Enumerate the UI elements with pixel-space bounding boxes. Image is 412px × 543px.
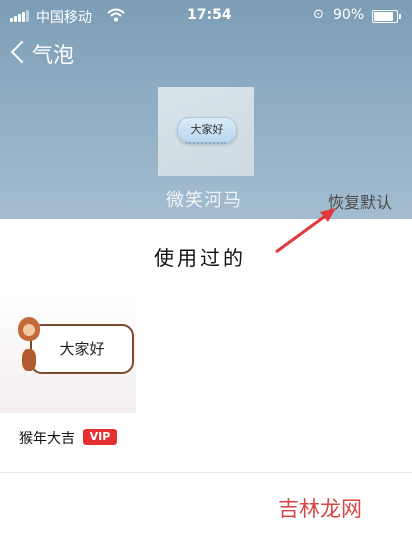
watermark-text: 吉林龙网 (278, 497, 362, 521)
chevron-left-icon (10, 40, 34, 64)
used-section-title: 使用过的 (154, 246, 246, 270)
orientation-lock-icon: ⊙ (313, 7, 324, 22)
current-style-name: 微笑河马 (166, 190, 242, 211)
carrier-name: 中国移动 (36, 10, 92, 26)
battery-icon (372, 10, 401, 23)
bubble-decoration (186, 142, 226, 148)
bubble-sample: 大家好 (30, 324, 134, 374)
bubble-header: 中国移动 17:54 ⊙ 90% 气泡 大家好 微笑河马 恢复默认 (0, 0, 412, 219)
back-label: 气泡 (32, 43, 74, 67)
annotation-arrow-icon (275, 208, 336, 254)
used-bubble-name: 猴年大吉 (19, 431, 75, 447)
current-bubble-preview: 大家好 (158, 87, 254, 176)
monkey-icon (18, 317, 40, 341)
back-button[interactable]: 气泡 (8, 39, 74, 69)
divider (0, 472, 412, 473)
signal-icon (10, 10, 30, 22)
bubble-sample: 大家好 (177, 117, 237, 143)
status-bar: 中国移动 17:54 ⊙ 90% (0, 0, 412, 32)
status-time: 17:54 (187, 7, 232, 23)
battery-percent: 90% (333, 7, 365, 23)
used-bubble-item[interactable]: 大家好 (0, 289, 136, 413)
wifi-icon (107, 8, 125, 26)
monkey-body-decoration (22, 349, 36, 371)
vip-badge: VIP (83, 429, 117, 445)
